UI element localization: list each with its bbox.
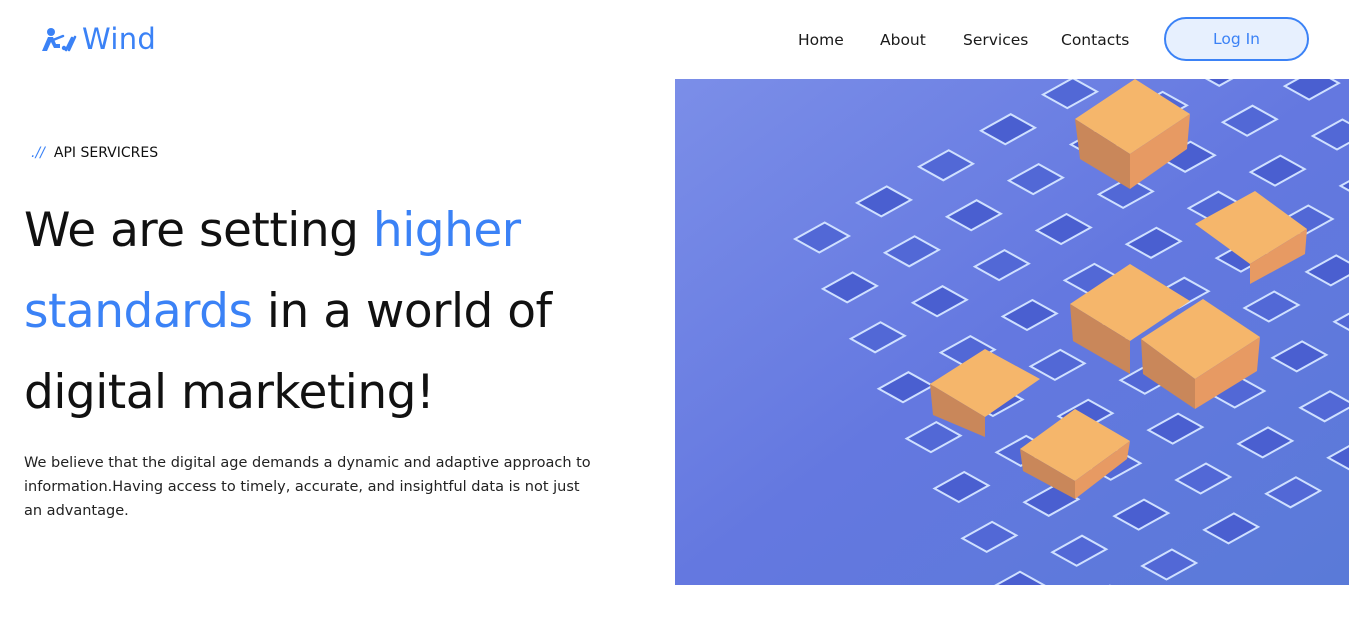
headline-part-2: in a world of xyxy=(252,284,552,339)
isometric-houses-illustration xyxy=(675,79,1349,585)
eyebrow-slashes: .// xyxy=(31,145,45,161)
hero-illustration xyxy=(675,79,1349,585)
eyebrow-text: API SERVICRES xyxy=(53,145,159,161)
headline-part-1: We are setting xyxy=(24,203,373,258)
login-button[interactable]: Log In xyxy=(1164,17,1309,61)
headline-accent-2: standards xyxy=(24,284,253,339)
headline-accent-1: higher xyxy=(372,203,521,258)
hero-description: We believe that the digital age demands … xyxy=(24,455,591,519)
nav-services[interactable]: Services xyxy=(963,29,1028,51)
nav-about[interactable]: About xyxy=(880,29,926,51)
main-nav: Home About Services Contacts xyxy=(0,29,1349,51)
section-eyebrow: .// API SERVICRES xyxy=(31,145,158,161)
nav-contacts[interactable]: Contacts xyxy=(1061,29,1129,51)
headline-part-3: digital marketing! xyxy=(24,365,435,420)
hero-headline: We are setting higher standards in a wor… xyxy=(24,190,644,433)
nav-home[interactable]: Home xyxy=(798,29,844,51)
